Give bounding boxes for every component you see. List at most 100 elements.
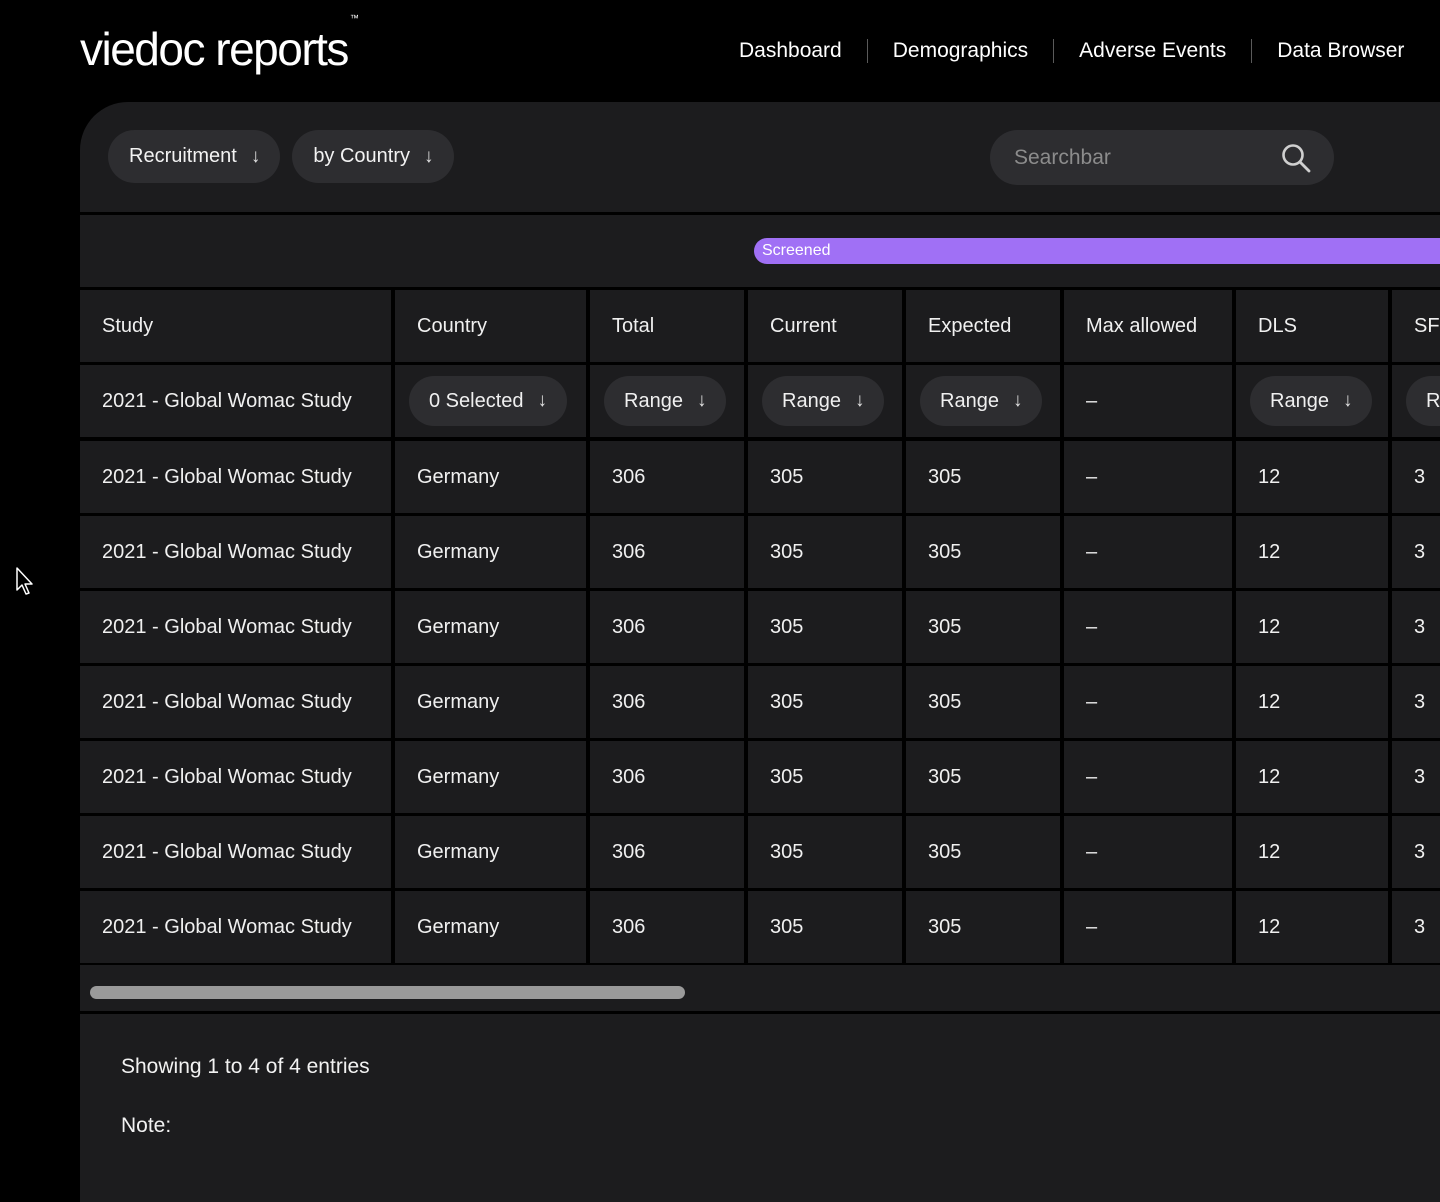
horizontal-scrollbar[interactable] [80,973,1440,1011]
cell-sf: 3 [1392,816,1440,888]
logo-text: viedoc reports [80,23,349,75]
cell-expected: 305 [906,741,1060,813]
arrow-down-icon: ↓ [250,145,261,167]
filter-bar: Recruitment ↓ by Country ↓ [108,130,454,183]
cell-sf: 3 [1392,591,1440,663]
filter-dropdown-label: Range [782,389,841,412]
cell-max-allowed: – [1064,741,1232,813]
nav-data-browser[interactable]: Data Browser [1277,39,1404,63]
filter-cell-dls: Range ↓ [1236,365,1388,437]
report-dropdown[interactable]: Recruitment ↓ [108,130,281,183]
arrow-down-icon: ↓ [537,390,548,411]
filter-cell-total: Range ↓ [590,365,744,437]
cell-study: 2021 - Global Womac Study [80,441,391,513]
cell-current: 305 [748,891,902,963]
cell-expected: 305 [906,816,1060,888]
divider [80,1011,1440,1014]
sf-filter-dropdown[interactable]: Range↓ [1406,376,1440,426]
cell-max-allowed: – [1064,666,1232,738]
cell-total: 306 [590,516,744,588]
screened-group-bar: Screened [754,238,1440,264]
note-label: Note: [121,1114,172,1137]
cell-max-allowed: – [1064,516,1232,588]
column-header-current[interactable]: Current [748,290,902,362]
cell-current: 305 [748,516,902,588]
cell-total: 306 [590,591,744,663]
cell-max-allowed: – [1064,891,1232,963]
cell-study: 2021 - Global Womac Study [80,516,391,588]
total-filter-dropdown[interactable]: Range ↓ [604,376,727,426]
cell-dls: 12 [1236,891,1388,963]
trademark: ™ [349,12,359,23]
top-bar: viedoc reports™ Dashboard Demographics A… [0,0,1440,102]
search-icon[interactable] [1280,142,1312,174]
logo[interactable]: viedoc reports™ [80,13,359,76]
cell-country: Germany [395,891,586,963]
cell-expected: 305 [906,441,1060,513]
cell-dls: 12 [1236,666,1388,738]
cell-sf: 3 [1392,741,1440,813]
filter-dropdown-label: Range [624,389,683,412]
arrow-down-icon: ↓ [696,390,707,411]
filter-cell-current: Range ↓ [748,365,902,437]
cell-study: 2021 - Global Womac Study [80,891,391,963]
nav-adverse-events[interactable]: Adverse Events [1079,39,1226,63]
cell-country: Germany [395,441,586,513]
cell-sf: 3 [1392,441,1440,513]
cell-total: 306 [590,816,744,888]
cell-study: 2021 - Global Womac Study [80,591,391,663]
search-field[interactable]: Searchbar [990,130,1334,185]
filter-dropdown-label: Range [940,389,999,412]
nav-dashboard[interactable]: Dashboard [739,39,842,63]
column-header-study[interactable]: Study [80,290,391,362]
filter-cell-country: 0 Selected ↓ [395,365,586,437]
cell-study: 2021 - Global Womac Study [80,666,391,738]
scrollbar-thumb[interactable] [90,986,685,999]
max-allowed-filter-value: – [1064,365,1232,437]
study-filter-value: 2021 - Global Womac Study [80,365,391,437]
arrow-down-icon: ↓ [424,145,434,167]
nav-divider [1053,39,1055,63]
arrow-down-icon: ↓ [1012,390,1023,411]
arrow-down-icon: ↓ [1342,390,1353,411]
cell-max-allowed: – [1064,591,1232,663]
dls-filter-dropdown[interactable]: Range ↓ [1250,376,1373,426]
nav-divider [866,39,868,63]
column-header-total[interactable]: Total [590,290,744,362]
expected-filter-dropdown[interactable]: Range ↓ [920,376,1043,426]
filter-cell-sf: Range↓ [1392,365,1440,437]
mouse-cursor-icon [16,567,33,595]
cell-dls: 12 [1236,591,1388,663]
cell-country: Germany [395,591,586,663]
cell-current: 305 [748,441,902,513]
cell-total: 306 [590,666,744,738]
cell-current: 305 [748,666,902,738]
cell-country: Germany [395,741,586,813]
cell-study: 2021 - Global Womac Study [80,816,391,888]
filter-cell-expected: Range ↓ [906,365,1060,437]
country-filter-dropdown[interactable]: 0 Selected ↓ [409,376,568,426]
column-header-expected[interactable]: Expected [906,290,1060,362]
cell-country: Germany [395,666,586,738]
column-header-sf[interactable]: SF [1392,290,1440,362]
cell-dls: 12 [1236,516,1388,588]
cell-current: 305 [748,591,902,663]
cell-expected: 305 [906,891,1060,963]
current-filter-dropdown[interactable]: Range ↓ [762,376,885,426]
report-dropdown-label: Recruitment [129,145,237,167]
column-header-max-allowed[interactable]: Max allowed [1064,290,1232,362]
recruitment-table: Study Country Total Current Expected Max allo… [80,290,1440,965]
cell-current: 305 [748,816,902,888]
cell-study: 2021 - Global Womac Study [80,741,391,813]
nav-demographics[interactable]: Demographics [893,39,1028,63]
cell-total: 306 [590,891,744,963]
filter-dropdown-label: 0 Selected [429,389,524,412]
group-by-dropdown[interactable]: by Country ↓ [292,130,454,183]
cell-country: Germany [395,816,586,888]
column-header-dls[interactable]: DLS [1236,290,1388,362]
search-input[interactable]: Searchbar [1014,146,1280,170]
column-header-country[interactable]: Country [395,290,586,362]
cell-expected: 305 [906,591,1060,663]
cell-current: 305 [748,741,902,813]
main-nav: Dashboard Demographics Adverse Events Da… [739,36,1404,66]
